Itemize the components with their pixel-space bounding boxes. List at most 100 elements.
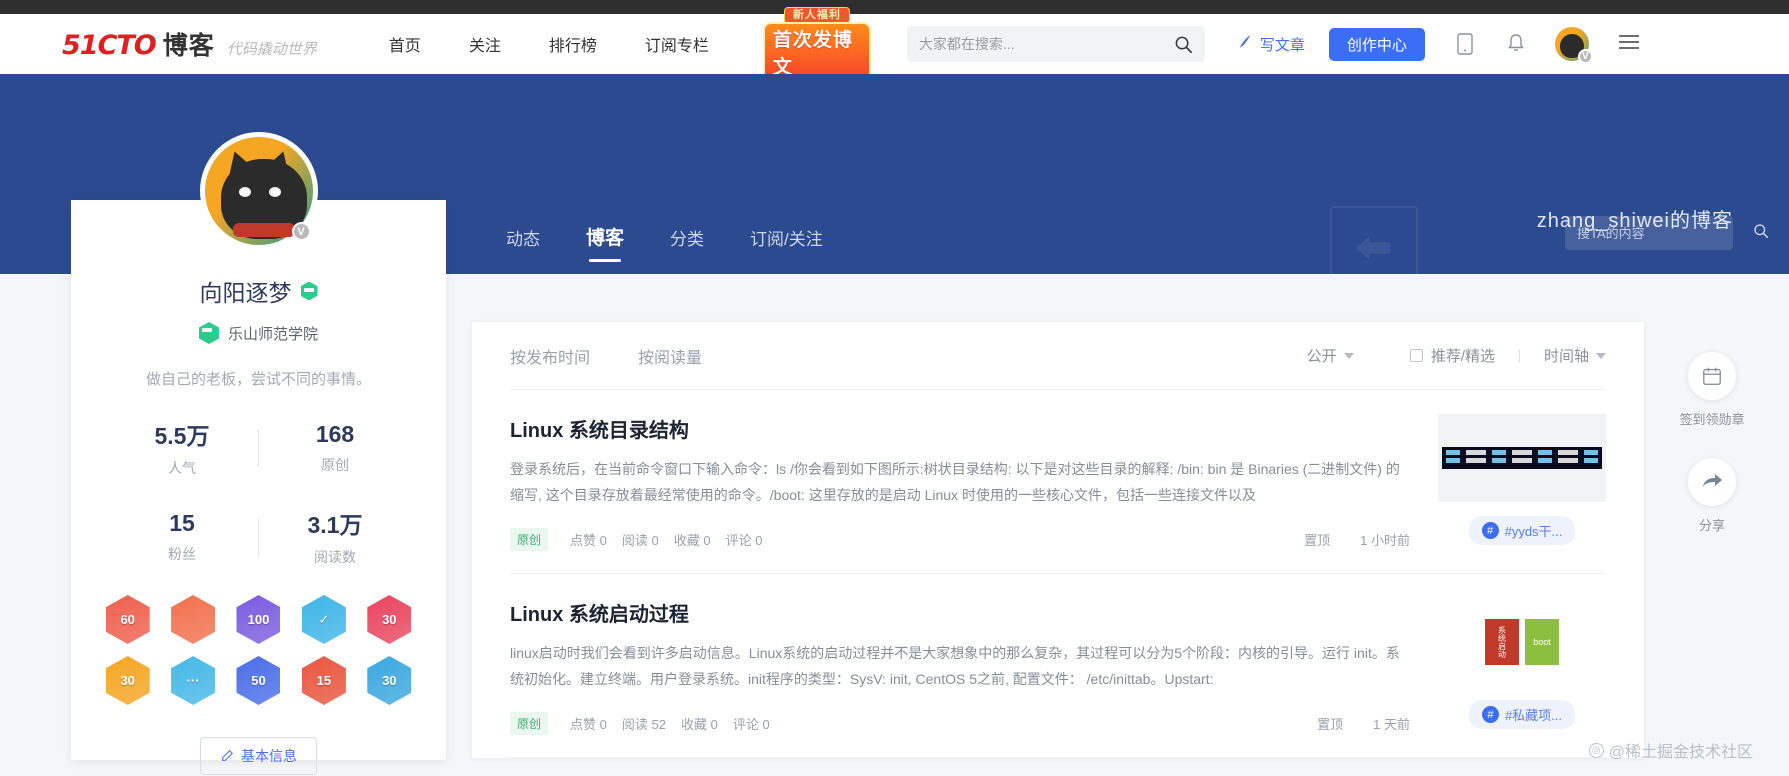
likes-label: 点赞 — [570, 717, 597, 732]
article-title[interactable]: Linux 系统启动过程 — [510, 598, 1410, 627]
status-badge: 原创 — [510, 528, 549, 551]
article-hashtag[interactable]: # #yyds干... — [1468, 516, 1576, 545]
write-article-button[interactable]: 写文章 — [1235, 32, 1305, 56]
article-list-item[interactable]: Linux 系统启动过程 linux启动时我们会看到许多启动信息。Linux系统… — [510, 574, 1606, 758]
article-favorites: 收藏 0 — [674, 530, 711, 549]
calendar-icon[interactable] — [1688, 352, 1736, 400]
profile-name-row: 向阳逐梦 — [71, 274, 446, 308]
chevron-down-icon — [1343, 352, 1354, 359]
nav-item-columns[interactable]: 订阅专栏 — [645, 32, 709, 56]
stat-value: 5.5万 — [154, 423, 210, 449]
article-hashtag[interactable]: # #私藏项... — [1468, 700, 1576, 729]
nav-item-ranking[interactable]: 排行榜 — [549, 32, 597, 56]
rail-item-checkin[interactable]: 签到领勋章 — [1676, 352, 1748, 428]
profile-school-row: 乐山师范学院 — [71, 322, 446, 344]
search-icon[interactable] — [1753, 223, 1769, 244]
medal-badge[interactable]: 50 — [236, 656, 281, 705]
profile-avatar[interactable]: V — [199, 132, 318, 250]
article-title[interactable]: Linux 系统目录结构 — [510, 414, 1410, 443]
article-comments: 评论 0 — [726, 530, 763, 549]
article-likes: 点赞 0 — [570, 530, 607, 549]
reads-label: 阅读 — [621, 717, 648, 732]
nav-item-follow[interactable]: 关注 — [469, 32, 501, 56]
filter-divider — [1518, 348, 1520, 363]
rail-item-share[interactable]: 分享 — [1676, 458, 1748, 534]
avatar-cat-eye-right — [268, 187, 281, 197]
article-thumbnail[interactable] — [1438, 414, 1606, 502]
creator-center-button[interactable]: 创作中心 — [1328, 27, 1425, 61]
medal-badge[interactable]: 30 — [105, 656, 150, 705]
medal-badge[interactable]: 15 — [301, 656, 346, 705]
timeline-dropdown[interactable]: 时间轴 — [1544, 345, 1606, 366]
medal-badge[interactable]: ✓ — [301, 595, 346, 644]
basic-info-label: 基本信息 — [241, 748, 297, 764]
favorites-label: 收藏 — [673, 533, 700, 548]
tab-blog[interactable]: 博客 — [586, 223, 624, 262]
bell-icon[interactable] — [1505, 32, 1527, 56]
favorites-value: 0 — [703, 533, 711, 548]
timeline-value: 时间轴 — [1543, 348, 1589, 365]
terminal-line — [1446, 450, 1598, 455]
medal-badge[interactable]: 30 — [367, 595, 412, 644]
terminal-screenshot-icon — [1442, 447, 1602, 469]
logo-51cto-text: 51CTO — [62, 30, 157, 61]
stat-fans[interactable]: 15 粉丝 — [106, 510, 258, 564]
profile-card: V 向阳逐梦 乐山师范学院 做自己的老板，尝试不同的事情。 5.5万 人气 16… — [71, 132, 446, 775]
verified-badge: V — [1577, 49, 1593, 64]
promo-top-label: 新人福利 — [783, 6, 850, 24]
stat-label: 阅读数 — [314, 549, 356, 565]
avatar[interactable]: V — [1554, 27, 1593, 64]
graduation-cap-icon — [198, 322, 219, 344]
basic-info-button[interactable]: 基本信息 — [200, 737, 317, 775]
site-logo[interactable]: 51CTO 博客 代码撬动世界 — [62, 26, 317, 62]
hamburger-icon[interactable] — [1617, 33, 1641, 56]
article-thumbnail[interactable]: 系统启动 boot — [1438, 598, 1606, 686]
pinned-label: 置顶 — [1304, 533, 1331, 548]
status-badge: 原创 — [510, 712, 549, 735]
article-favorites: 收藏 0 — [681, 714, 718, 733]
global-search[interactable] — [906, 26, 1205, 62]
favorites-label: 收藏 — [681, 717, 708, 732]
sort-by-publish-time[interactable]: 按发布时间 — [510, 344, 590, 368]
stat-popularity[interactable]: 5.5万 人气 — [106, 417, 258, 478]
stat-label: 人气 — [168, 460, 196, 476]
rail-label: 签到领勋章 — [1679, 412, 1745, 427]
article-list-item[interactable]: Linux 系统目录结构 登录系统后，在当前命令窗口下输入命令：ls /你会看到… — [510, 390, 1606, 574]
recommend-label: 推荐/精选 — [1430, 348, 1495, 365]
edit-icon — [220, 749, 234, 763]
medal-badge[interactable]: 100 — [236, 595, 281, 644]
mobile-icon[interactable] — [1455, 32, 1475, 56]
recommend-checkbox[interactable]: 推荐/精选 — [1409, 345, 1495, 366]
checkbox-icon[interactable] — [1409, 349, 1423, 362]
reads-value: 0 — [651, 533, 659, 548]
hashtag-label: #私藏项... — [1504, 708, 1563, 723]
avatar-cat-eye-left — [238, 187, 251, 197]
filter-right-group: 公开 推荐/精选 时间轴 — [1307, 345, 1606, 366]
comments-value: 0 — [755, 533, 763, 548]
share-icon[interactable] — [1688, 458, 1736, 506]
visibility-dropdown[interactable]: 公开 — [1307, 345, 1354, 366]
profile-search-input[interactable] — [1577, 225, 1753, 241]
tab-subscribe-follow[interactable]: 订阅/关注 — [750, 225, 823, 262]
stat-original[interactable]: 168 原创 — [259, 421, 411, 475]
nav-item-home[interactable]: 首页 — [389, 32, 421, 56]
medal-badge[interactable] — [171, 595, 216, 644]
promo-banner-first-post[interactable]: 新人福利 首次发博文 — [762, 6, 871, 82]
stat-label: 粉丝 — [168, 545, 196, 562]
tab-dynamic[interactable]: 动态 — [506, 225, 540, 262]
logo-blog-text: 博客 — [162, 32, 215, 60]
boot-diagram-block-green: boot — [1525, 619, 1559, 665]
profile-search[interactable] — [1565, 216, 1769, 250]
rail-label: 分享 — [1698, 518, 1725, 533]
tab-category[interactable]: 分类 — [670, 225, 704, 262]
comments-value: 0 — [762, 717, 770, 732]
sort-by-read-count[interactable]: 按阅读量 — [638, 344, 702, 368]
hashtag-label: #yyds干... — [1504, 524, 1563, 539]
stat-value: 168 — [315, 420, 355, 447]
medal-badge[interactable]: 30 — [367, 656, 412, 705]
search-icon[interactable] — [1174, 35, 1193, 54]
medal-badge[interactable]: ··· — [171, 656, 216, 705]
stat-reads[interactable]: 3.1万 阅读数 — [259, 506, 411, 567]
medal-badge[interactable]: 60 — [105, 595, 150, 644]
search-input[interactable] — [918, 36, 1174, 52]
